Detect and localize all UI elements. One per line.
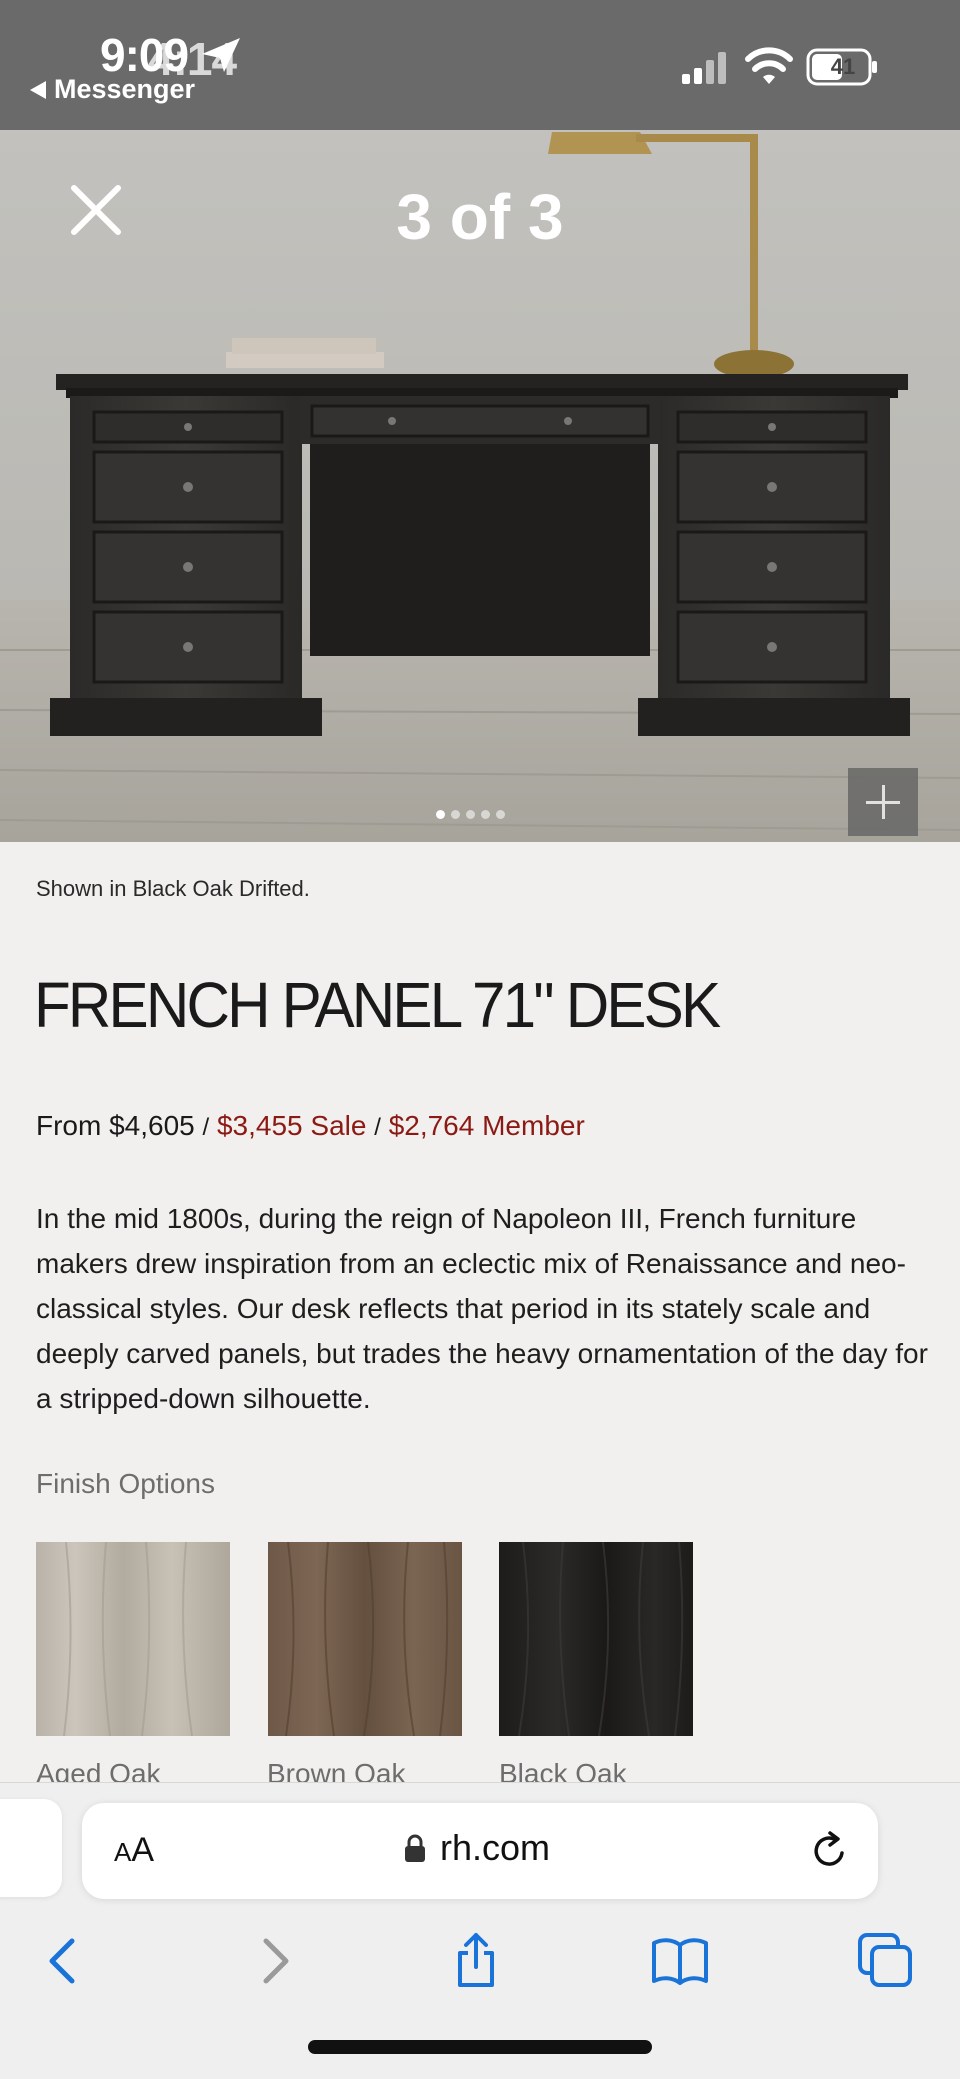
back-triangle-icon bbox=[30, 80, 46, 99]
zoom-plus-button[interactable] bbox=[848, 768, 918, 836]
carousel-dot[interactable] bbox=[496, 810, 505, 819]
cellular-signal-icon bbox=[682, 52, 726, 84]
home-indicator bbox=[308, 2040, 652, 2054]
price-sale: $3,455 Sale bbox=[216, 1110, 367, 1141]
aa-small-letter: A bbox=[114, 1837, 132, 1867]
url-text: rh.com bbox=[440, 1827, 551, 1868]
product-image-gallery[interactable]: 3 of 3 bbox=[0, 130, 960, 842]
share-icon[interactable] bbox=[446, 1931, 506, 1991]
image-counter: 3 of 3 bbox=[396, 181, 564, 253]
bookmarks-icon[interactable] bbox=[650, 1931, 710, 1991]
tabs-icon[interactable] bbox=[856, 1931, 916, 1991]
carousel-dot[interactable] bbox=[451, 810, 460, 819]
carousel-dots[interactable] bbox=[436, 810, 505, 819]
location-arrow-icon bbox=[202, 38, 240, 72]
back-to-app-button[interactable]: Messenger bbox=[30, 74, 195, 105]
address-bar[interactable]: AA rh.com bbox=[82, 1803, 878, 1899]
price-regular: From $4,605 bbox=[36, 1110, 195, 1141]
back-app-label: Messenger bbox=[54, 74, 196, 104]
wood-grain-texture bbox=[63, 1542, 193, 1736]
wifi-icon bbox=[745, 47, 793, 84]
finish-swatch-black-oak[interactable] bbox=[499, 1542, 693, 1736]
product-description: In the mid 1800s, during the reign of Na… bbox=[36, 1203, 928, 1414]
finish-options-heading: Finish Options bbox=[36, 1468, 215, 1499]
wood-grain-texture bbox=[285, 1542, 449, 1736]
previous-tab-preview[interactable] bbox=[0, 1799, 62, 1897]
image-caption: Shown in Black Oak Drifted. bbox=[36, 876, 310, 901]
finish-swatch-brown-oak[interactable] bbox=[268, 1542, 462, 1736]
reader-aa-button[interactable]: AA bbox=[114, 1831, 154, 1870]
back-chevron-icon[interactable] bbox=[34, 1931, 94, 1991]
carousel-dot[interactable] bbox=[436, 810, 445, 819]
forward-chevron-icon[interactable] bbox=[244, 1931, 304, 1991]
price-separator: / bbox=[202, 1114, 210, 1141]
close-icon[interactable] bbox=[66, 180, 126, 240]
status-bar: 4:14 9:09 Messenger 41 bbox=[0, 0, 960, 130]
reload-icon[interactable] bbox=[808, 1829, 852, 1873]
battery-percent: 41 bbox=[830, 54, 856, 79]
wood-grain-texture bbox=[518, 1542, 684, 1736]
carousel-dot[interactable] bbox=[481, 810, 490, 819]
safari-toolbar: AA rh.com bbox=[0, 1782, 960, 2079]
product-title: FRENCH PANEL 71" DESK bbox=[34, 969, 721, 1041]
lock-icon bbox=[405, 1834, 425, 1862]
finish-swatch-aged-oak[interactable] bbox=[36, 1542, 230, 1736]
aa-large-letter: A bbox=[131, 1831, 155, 1869]
carousel-dot[interactable] bbox=[466, 810, 475, 819]
price-member: $2,764 Member bbox=[388, 1110, 585, 1141]
price-line: From $4,605 / $3,455 Sale / $2,764 Membe… bbox=[36, 1110, 585, 1142]
price-separator: / bbox=[374, 1114, 381, 1141]
